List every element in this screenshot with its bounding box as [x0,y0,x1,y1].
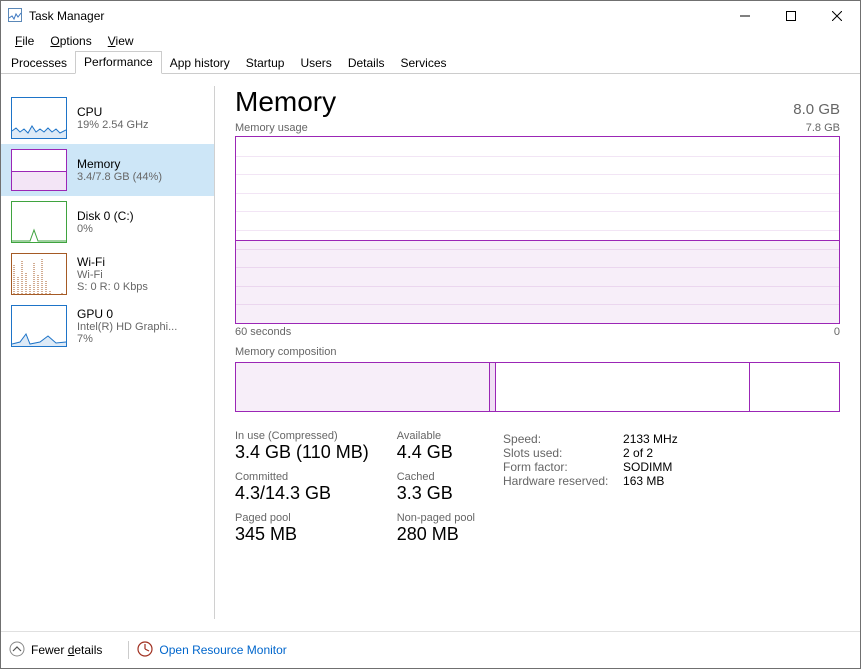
tab-details[interactable]: Details [340,53,393,74]
comp-div [749,363,750,411]
menu-view[interactable]: View [100,32,142,50]
comp-in-use [236,363,490,411]
tab-app-history[interactable]: App history [162,53,238,74]
open-resource-monitor-link[interactable]: Open Resource Monitor [137,641,286,660]
disk-thumb-icon [11,201,67,243]
speed-label: Speed: [503,432,623,446]
cached-value: 3.3 GB [397,483,475,504]
menubar: File Options View [1,31,860,51]
page-title: Memory [235,86,336,118]
menu-file[interactable]: File [7,32,42,50]
x-axis-left: 60 seconds [235,326,291,338]
nonpaged-label: Non-paged pool [397,512,475,524]
footer-separator [128,641,129,659]
nav-wifi-title: Wi-Fi [77,255,148,269]
taskmgr-icon [7,7,23,26]
nav-wifi-sub1: Wi-Fi [77,269,148,281]
tabbar: Processes Performance App history Startu… [1,51,860,74]
nav-gpu[interactable]: GPU 0 Intel(R) HD Graphi... 7% [1,300,214,352]
nav-cpu[interactable]: CPU 19% 2.54 GHz [1,92,214,144]
nav-memory-title: Memory [77,157,162,171]
hw-value: 163 MB [623,474,664,488]
committed-label: Committed [235,471,369,483]
chevron-up-icon [9,641,25,660]
footer: Fewer details Open Resource Monitor [1,631,860,668]
nav-cpu-sub: 19% 2.54 GHz [77,119,149,131]
comp-modified [489,363,496,411]
usage-fill [236,240,839,323]
paged-label: Paged pool [235,512,369,524]
usage-max: 7.8 GB [806,122,840,134]
window-title: Task Manager [23,9,104,23]
nav-disk-title: Disk 0 (C:) [77,209,134,223]
available-value: 4.4 GB [397,442,475,463]
nav-gpu-sub2: 7% [77,333,177,345]
composition-graph[interactable] [235,362,840,412]
nonpaged-value: 280 MB [397,524,475,545]
nav-wifi[interactable]: Wi-Fi Wi-Fi S: 0 R: 0 Kbps [1,248,214,300]
nav-memory[interactable]: Memory 3.4/7.8 GB (44%) [1,144,214,196]
slots-label: Slots used: [503,446,623,460]
nav-cpu-title: CPU [77,105,149,119]
inuse-label: In use (Compressed) [235,430,369,442]
nav-disk-sub: 0% [77,223,134,235]
tab-startup[interactable]: Startup [238,53,293,74]
maximize-button[interactable] [768,1,814,31]
cpu-thumb-icon [11,97,67,139]
capacity-value: 8.0 GB [793,101,840,118]
open-resource-monitor-label: Open Resource Monitor [159,643,286,657]
inuse-value: 3.4 GB (110 MB) [235,442,369,463]
minimize-button[interactable] [722,1,768,31]
tab-performance[interactable]: Performance [75,51,162,74]
slots-value: 2 of 2 [623,446,653,460]
x-axis-right: 0 [834,326,840,338]
hw-label: Hardware reserved: [503,474,623,488]
resource-monitor-icon [137,641,153,660]
form-value: SODIMM [623,460,672,474]
usage-label: Memory usage [235,122,308,134]
gpu-thumb-icon [11,305,67,347]
available-label: Available [397,430,475,442]
close-button[interactable] [814,1,860,31]
titlebar: Task Manager [1,1,860,31]
fewer-details-button[interactable]: Fewer details [9,641,102,660]
usage-graph[interactable] [235,136,840,324]
resource-nav: CPU 19% 2.54 GHz Memory 3.4/7.8 GB (44%) [1,86,215,619]
menu-options[interactable]: Options [42,32,99,50]
speed-value: 2133 MHz [623,432,678,446]
nav-disk[interactable]: Disk 0 (C:) 0% [1,196,214,248]
wifi-thumb-icon [11,253,67,295]
nav-gpu-title: GPU 0 [77,307,177,321]
committed-value: 4.3/14.3 GB [235,483,369,504]
tab-users[interactable]: Users [292,53,339,74]
content-area: CPU 19% 2.54 GHz Memory 3.4/7.8 GB (44%) [1,74,860,631]
nav-memory-sub: 3.4/7.8 GB (44%) [77,171,162,183]
tab-processes[interactable]: Processes [3,53,75,74]
cached-label: Cached [397,471,475,483]
nav-gpu-sub1: Intel(R) HD Graphi... [77,321,177,333]
memory-thumb-icon [11,149,67,191]
fewer-details-label: Fewer details [31,643,102,657]
composition-label: Memory composition [235,346,840,358]
detail-pane: Memory 8.0 GB Memory usage 7.8 GB 60 sec… [215,74,860,631]
task-manager-window: Task Manager File Options View Processes… [0,0,861,669]
nav-wifi-sub2: S: 0 R: 0 Kbps [77,281,148,293]
paged-value: 345 MB [235,524,369,545]
tab-services[interactable]: Services [393,53,455,74]
form-label: Form factor: [503,460,623,474]
